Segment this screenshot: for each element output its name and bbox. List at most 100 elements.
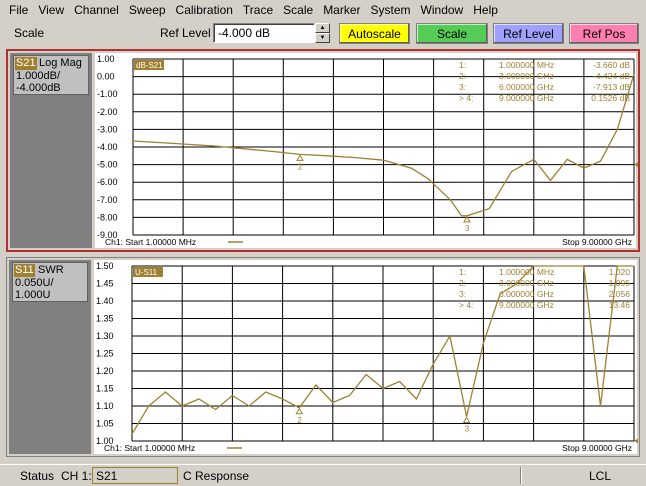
menu-scale[interactable]: Scale [278, 0, 318, 20]
menu-window[interactable]: Window [416, 0, 469, 20]
menu-sweep[interactable]: Sweep [124, 0, 171, 20]
marker-value: -7.913 dB [593, 82, 630, 92]
marker-id: 1: [459, 60, 466, 70]
status-label: Status [20, 469, 55, 483]
marker-id: > 4: [459, 93, 473, 103]
plot-s21: 1.00 0.00 -1.00 -2.00 -3.00 -4.00 -5.00 -6.00 -7… [97, 54, 638, 247]
marker-label: 2 [297, 416, 302, 425]
ref-level-input[interactable] [213, 23, 315, 43]
trace-info-s21[interactable]: S21 Log Mag 1.000dB/ -4.000dB [13, 55, 89, 95]
marker-freq: 1.000000 MHz [499, 267, 554, 277]
y-tick-label: 1.05 [96, 419, 114, 429]
trace-scale: 0.050U/ [15, 277, 54, 289]
menu-trace[interactable]: Trace [238, 0, 278, 20]
y-tick-label: -7.00 [97, 195, 118, 205]
y-tick-label: 1.40 [96, 296, 114, 306]
trace-title: dB-S21 [136, 61, 163, 70]
marker-id: 2: [459, 71, 466, 81]
toolbar-scale-label: Scale [14, 26, 45, 40]
autoscale-button[interactable]: Autoscale [339, 23, 410, 44]
y-tick-label: -1.00 [97, 89, 118, 99]
y-tick-label: 1.35 [96, 314, 114, 324]
ref-pos-button[interactable]: Ref Pos [569, 23, 639, 44]
status-divider [520, 467, 522, 484]
trace-tag: S21 [15, 57, 37, 70]
marker-id: 3: [459, 289, 466, 299]
menu-channel[interactable]: Channel [69, 0, 124, 20]
trace-panel-s11[interactable]: S11 SWR 0.050U/ 1.000U 1.50 1.45 1.40 1.35 1… [6, 257, 640, 457]
y-tick-label: 1.00 [97, 54, 115, 64]
status-param[interactable]: S21 [92, 467, 178, 484]
vna-window: File View Channel Sweep Calibration Trac… [0, 0, 646, 486]
marker-freq: 9.000000 GHz [499, 93, 554, 103]
y-tick-label: 1.15 [96, 384, 114, 394]
menu-bar: File View Channel Sweep Calibration Trac… [0, 0, 646, 20]
marker-triangle-2 [296, 154, 304, 161]
start-freq: Ch1: Start 1.00000 MHz [104, 443, 195, 453]
y-tick-label: 1.10 [96, 401, 114, 411]
ref-arrow-icon [634, 438, 638, 444]
marker-freq: 9.000000 GHz [499, 300, 554, 310]
y-tick-label: -8.00 [97, 212, 118, 222]
menu-file[interactable]: File [4, 0, 33, 20]
y-tick-label: 1.50 [96, 261, 114, 271]
toolbar: Scale Ref Level ▲ ▼ Autoscale Scale Ref … [0, 20, 646, 46]
y-tick-label: 0.00 [97, 72, 115, 82]
trace-ref: -4.000dB [16, 82, 61, 94]
y-tick-label: 1.20 [96, 366, 114, 376]
spin-up-icon[interactable]: ▲ [315, 23, 330, 33]
status-bar: Status CH 1: S21 C Response LCL [0, 464, 646, 486]
stop-freq: Stop 9.00000 GHz [562, 443, 632, 453]
plot-area-s11[interactable]: 1.50 1.45 1.40 1.35 1.30 1.25 1.20 1.15 1.10 1.05… [94, 260, 638, 454]
marker-label: 3 [465, 224, 470, 233]
start-freq: Ch1: Start 1.00000 MHz [105, 237, 196, 247]
menu-marker[interactable]: Marker [318, 0, 365, 20]
marker-freq: 1.000000 MHz [499, 60, 554, 70]
trace-format: Log Mag [39, 57, 82, 69]
y-tick-label: -5.00 [97, 160, 118, 170]
spin-down-icon[interactable]: ▼ [315, 33, 330, 43]
marker-value: 2.056 [609, 289, 631, 299]
marker-freq: 6.000000 GHz [499, 289, 554, 299]
status-c: C [183, 469, 192, 483]
marker-id: 2: [459, 278, 466, 288]
trace-sidebar-s11: S11 SWR 0.050U/ 1.000U [9, 260, 91, 454]
y-tick-label: -2.00 [97, 107, 118, 117]
trace-title: U-S11 [135, 268, 158, 277]
trace-scale: 1.000dB/ [16, 70, 61, 82]
scale-button[interactable]: Scale [416, 23, 488, 44]
trace-tag: S11 [14, 264, 35, 277]
marker-triangle-3 [462, 416, 471, 423]
marker-value: 0.1526 dB [591, 93, 630, 103]
trace-panel-s21[interactable]: S21 Log Mag 1.000dB/ -4.000dB 1.00 0.00 -1… [6, 49, 640, 252]
marker-id: 1: [459, 267, 466, 277]
menu-view[interactable]: View [33, 0, 69, 20]
marker-label: 3 [465, 425, 470, 434]
y-tick-label: 1.30 [96, 331, 114, 341]
marker-label: 2 [298, 162, 303, 171]
status-channel: CH 1: [61, 469, 92, 483]
marker-value: -4.424 dB [593, 71, 630, 81]
trace-info-s11[interactable]: S11 SWR 0.050U/ 1.000U [12, 262, 88, 302]
marker-value: -3.660 dB [593, 60, 630, 70]
ref-level-button[interactable]: Ref Level [493, 23, 564, 44]
marker-freq: 3.000000 GHz [499, 278, 554, 288]
marker-value: 1.020 [609, 267, 631, 277]
plot-s11: 1.50 1.45 1.40 1.35 1.30 1.25 1.20 1.15 1.10 1.05… [96, 261, 638, 453]
y-tick-label: 1.25 [96, 349, 114, 359]
marker-triangle-2 [295, 407, 304, 415]
menu-system[interactable]: System [366, 0, 416, 20]
ref-level-spinner: ▲ ▼ [315, 23, 330, 43]
trace-sidebar-s21: S21 Log Mag 1.000dB/ -4.000dB [10, 53, 92, 248]
ref-level-label: Ref Level [160, 26, 211, 40]
marker-freq: 6.000000 GHz [499, 82, 554, 92]
marker-freq: 3.000000 GHz [499, 71, 554, 81]
menu-help[interactable]: Help [468, 0, 503, 20]
y-tick-label: 1.45 [96, 279, 114, 289]
status-lcl: LCL [589, 469, 612, 483]
stop-freq: Stop 9.00000 GHz [562, 237, 632, 247]
menu-calibration[interactable]: Calibration [171, 0, 238, 20]
y-tick-label: -3.00 [97, 124, 118, 134]
y-tick-label: -6.00 [97, 177, 118, 187]
plot-area-s21[interactable]: 1.00 0.00 -1.00 -2.00 -3.00 -4.00 -5.00 -6.00 -7… [95, 53, 638, 248]
